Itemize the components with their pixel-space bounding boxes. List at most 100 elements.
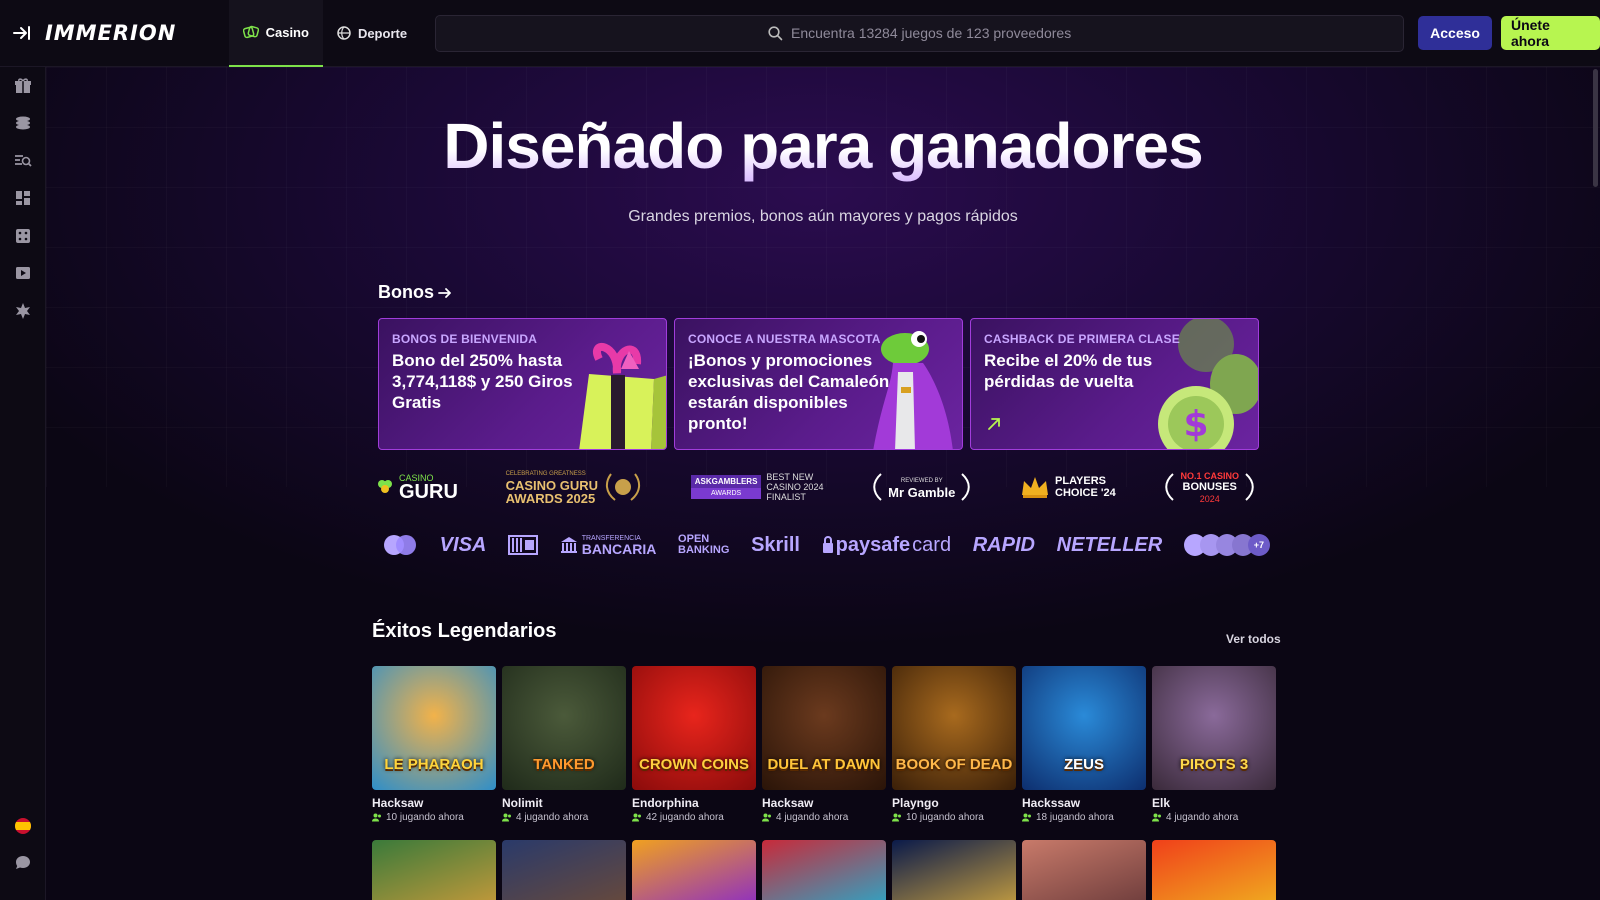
mr-gamble-small: REVIEWED BY [900,477,943,484]
game-provider: Playngo [892,796,939,810]
chat-icon[interactable] [14,854,32,872]
tab-deporte[interactable]: Deporte [323,0,421,67]
game-thumbnail[interactable]: TANKED [502,666,626,790]
login-button[interactable]: Acceso [1418,16,1492,50]
players-count-text: 4 jugando ahora [1166,812,1239,823]
tab-deporte-label: Deporte [357,25,408,41]
cg-awards-line2: AWARDS 2025 [505,491,596,506]
paysafecard-logo: paysafe card [822,534,951,557]
users-icon [1152,813,1161,822]
tab-casino-label: Casino [265,24,309,40]
laurel-medal-icon [606,473,641,501]
laurel-left-icon [873,473,882,501]
search-placeholder: Encuentra 13284 juegos de 123 proveedore… [790,25,1072,41]
game-tile[interactable]: CROWN COINS Endorphina 42 jugando ahora [632,666,756,823]
players-count: 4 jugando ahora [1152,812,1276,823]
arrow-right-icon [438,287,451,298]
game-provider: Elk [1152,796,1171,810]
game-thumbnail[interactable]: PIROTS 3 [1152,666,1276,790]
grid-icon[interactable] [14,189,32,207]
casino-chips-icon [242,25,259,39]
bonus-kicker: CONOCE A NUESTRA MASCOTA [688,332,881,346]
bonus-text: Recibe el 20% de tus pérdidas de vuelta [984,351,1153,391]
game-thumbnail[interactable] [632,840,756,900]
bonus-kicker: CASHBACK DE PRIMERA CLASE [984,332,1180,346]
game-thumbnail[interactable] [762,840,886,900]
award-askgamblers: ASKGAMBLERS AWARDS BEST NEW CASINO 2024 … [690,472,824,502]
game-tile[interactable]: PIROTS 3 Elk 4 jugando ahora [1152,666,1276,823]
open-banking-line2: BANKING [678,544,730,556]
expand-sidebar-button[interactable] [0,0,45,67]
top-bar: IMMERION Casino Deporte Encuentra 13284 … [0,0,1600,67]
tab-casino[interactable]: Casino [228,0,323,67]
askgamblers-text2: CASINO 2024 [766,482,824,492]
bonus-card-cashback[interactable]: $ CASHBACK DE PRIMERA CLASE Recibe el 20… [970,318,1259,450]
lock-icon [822,536,833,553]
users-icon [1022,813,1031,822]
players-count-text: 10 jugando ahora [386,812,464,823]
game-tile[interactable]: ZEUS Hackssaw 18 jugando ahora [1022,666,1146,823]
game-thumbnail[interactable] [372,840,496,900]
award-casino-guru: CASINO GURU [376,473,458,503]
game-tile[interactable]: BOOK OF DEAD Playngo 10 jugando ahora [892,666,1016,823]
casino-guru-big: GURU [399,481,458,503]
award-mr-gamble: REVIEWED BY Mr Gamble [871,472,972,502]
payment-methods-row: VISA TRANSFERENCIA BANCARIA OPEN BANKING… [382,530,1270,560]
dice-icon[interactable] [14,227,32,245]
gift-icon[interactable] [14,77,32,95]
game-thumbnail[interactable]: ZEUS [1022,666,1146,790]
search-list-icon[interactable] [14,152,32,170]
game-thumbnail-title: PIROTS 3 [1179,756,1249,773]
expand-arrow-icon [13,26,31,40]
game-provider: Hacksaw [762,796,814,810]
game-thumbnail[interactable]: BOOK OF DEAD [892,666,1016,790]
bonos-heading-link[interactable]: Bonos [378,282,452,303]
askgamblers-text1: BEST NEW [766,472,814,482]
laurel-right-icon [961,473,971,501]
askgamblers-text3: FINALIST [766,492,806,502]
mr-gamble-big: Mr Gamble [888,484,956,500]
game-thumbnail[interactable] [1022,840,1146,900]
game-tile[interactable]: LE PHARAOH Hacksaw 10 jugando ahora [372,666,496,823]
no1-line2: BONUSES [1182,480,1237,493]
sidebar [0,67,46,900]
play-icon[interactable] [14,264,32,282]
svg-text:$: $ [1183,404,1208,445]
hero-title: Diseñado para ganadores [46,109,1600,183]
coins-icon[interactable] [14,114,32,132]
search-icon [768,25,783,40]
bank-transfer-icon [508,535,539,555]
game-tile[interactable]: TANKED Nolimit 4 jugando ahora [502,666,626,823]
game-thumbnail[interactable]: CROWN COINS [632,666,756,790]
award-cg-awards: CELEBRATING GREATNESS CASINO GURU AWARDS… [506,469,643,505]
no1-line1: NO.1 CASINO [1180,470,1239,481]
transfer-big: BANCARIA [581,540,657,557]
game-thumbnail[interactable]: DUEL AT DAWN [762,666,886,790]
search-input[interactable]: Encuentra 13284 juegos de 123 proveedore… [435,14,1405,52]
game-thumbnail[interactable] [502,840,626,900]
players-count-text: 10 jugando ahora [906,812,984,823]
bonus-card-welcome[interactable]: BONOS DE BIENVENIDA Bono del 250% hasta … [378,318,667,450]
crypto-coins-logo: +7 [1183,534,1270,556]
users-icon [892,813,901,822]
spain-flag-icon[interactable] [14,817,32,835]
main-content: Diseñado para ganadores Grandes premios,… [46,67,1600,900]
game-thumbnail[interactable]: LE PHARAOH [372,666,496,790]
see-all-link[interactable]: Ver todos [1226,632,1281,646]
join-button[interactable]: Únete ahora [1500,16,1600,50]
askgamblers-badge: ASKGAMBLERS [690,475,762,488]
players-count: 10 jugando ahora [892,812,1016,823]
crown-icon [1022,477,1049,498]
more-payments-count: +7 [1247,534,1270,556]
logo[interactable]: IMMERION [45,21,229,45]
no1-line3: 2024 [1199,493,1220,504]
star-icon[interactable] [14,302,32,320]
game-tile[interactable]: DUEL AT DAWN Hacksaw 4 jugando ahora [762,666,886,823]
game-thumbnail[interactable] [892,840,1016,900]
laurel-left-icon [1165,473,1175,501]
bonus-card-mascot[interactable]: CONOCE A NUESTRA MASCOTA ¡Bonos y promoc… [674,318,963,450]
game-provider: Nolimit [502,796,543,810]
bonus-text: ¡Bonos y promociones exclusivas del Cama… [688,351,890,433]
game-thumbnail[interactable] [1152,840,1276,900]
bonus-text: Bono del 250% hasta 3,774,118$ y 250 Gir… [392,351,573,412]
